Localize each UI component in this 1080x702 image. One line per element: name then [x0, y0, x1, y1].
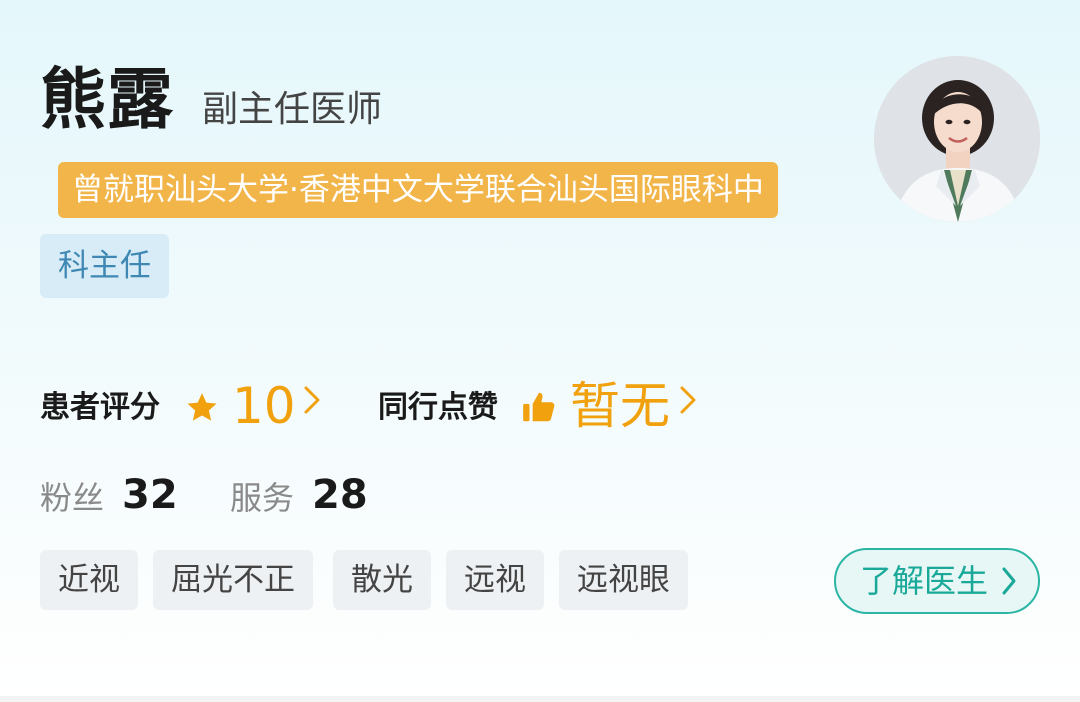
learn-about-doctor-label: 了解医生 — [860, 562, 989, 600]
star-icon — [184, 390, 220, 430]
peer-rating-value[interactable]: 暂无 — [570, 376, 670, 436]
service-count: 28 — [312, 472, 368, 518]
peer-rating-label: 同行点赞 — [378, 390, 498, 425]
specialty-tag: 屈光不正 — [153, 550, 313, 610]
department-tag: 科主任 — [40, 234, 169, 298]
doctor-name: 熊露 — [40, 61, 174, 138]
section-divider — [0, 696, 1080, 702]
chevron-right-icon — [1000, 550, 1018, 632]
patient-rating-value[interactable]: 10 — [232, 376, 296, 436]
thumbs-up-icon — [520, 388, 558, 430]
learn-about-doctor-button[interactable]: 了解医生 — [834, 548, 1040, 614]
fans-count: 32 — [122, 472, 178, 518]
affiliation-tag: 曾就职汕头大学·香港中文大学联合汕头国际眼科中 — [58, 162, 778, 218]
specialty-tag: 远视 — [446, 550, 544, 610]
service-label: 服务 — [230, 479, 295, 517]
patient-rating-chevron-icon[interactable] — [302, 382, 322, 429]
specialty-tag: 远视眼 — [559, 550, 688, 610]
fans-label: 粉丝 — [40, 479, 105, 517]
doctor-photo-icon — [874, 56, 1040, 222]
peer-rating-chevron-icon[interactable] — [678, 382, 698, 429]
specialty-tag: 近视 — [40, 550, 138, 610]
doctor-card: 熊露 副主任医师 曾就职汕头大学·香港中文大学联合汕头国际眼科中 科主任 患者评… — [0, 0, 1080, 696]
patient-rating-label: 患者评分 — [40, 390, 160, 425]
specialty-tag: 散光 — [333, 550, 431, 610]
avatar[interactable] — [874, 56, 1040, 222]
doctor-title: 副主任医师 — [202, 89, 383, 130]
